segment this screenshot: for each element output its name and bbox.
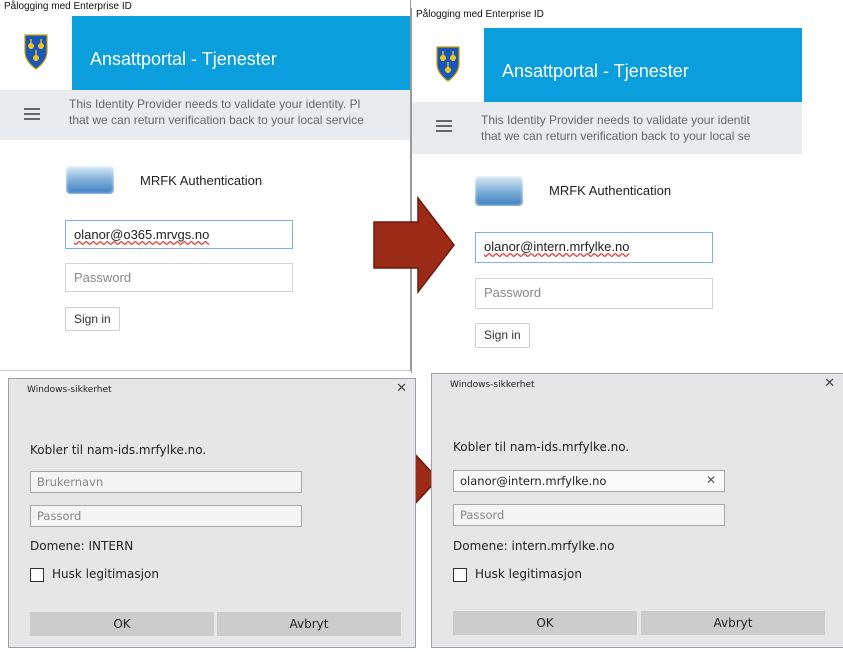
ok-button[interactable]: OK (30, 612, 214, 636)
password-input[interactable]: Password (475, 278, 713, 309)
username-input[interactable]: olanor@o365.mrvgs.no (65, 220, 293, 249)
windows-security-dialog-after: Windows-sikkerhet ✕ Kobler til nam-ids.m… (431, 373, 843, 648)
windows-security-dialog-before: Windows-sikkerhet ✕ Kobler til nam-ids.m… (8, 378, 416, 648)
title-bar: Ansattportal - Tjenester (72, 16, 410, 90)
checkbox-icon[interactable] (453, 567, 467, 582)
login-window-after: Pålogging med Enterprise ID Ansattportal… (411, 8, 802, 373)
info-line-2: that we can return verification back to … (69, 113, 364, 127)
sign-in-button[interactable]: Sign in (65, 307, 120, 331)
hamburger-menu-icon[interactable] (24, 108, 40, 120)
info-banner: This Identity Provider needs to validate… (412, 102, 802, 154)
hamburger-menu-icon[interactable] (436, 120, 452, 132)
window-title: Pålogging med Enterprise ID (4, 1, 132, 12)
arrow-right-icon (373, 196, 455, 294)
domain-text: Domene: intern.mrfylke.no (453, 539, 615, 553)
info-text: This Identity Provider needs to validate… (69, 96, 410, 128)
cancel-button[interactable]: Avbryt (641, 611, 825, 635)
portal-header: Ansattportal - Tjenester (0, 16, 410, 90)
connecting-text: Kobler til nam-ids.mrfylke.no. (453, 440, 630, 454)
password-input[interactable]: Password (65, 263, 293, 292)
coat-of-arms-logo (412, 28, 484, 102)
dialog-title: Windows-sikkerhet (450, 380, 535, 390)
login-window-before: Pålogging med Enterprise ID Ansattportal… (0, 0, 411, 371)
remember-label: Husk legitimasjon (475, 567, 582, 581)
provider-icon (475, 176, 523, 206)
username-field[interactable]: Brukernavn (30, 471, 302, 493)
info-line-1: This Identity Provider needs to validate… (481, 113, 750, 127)
info-line-1: This Identity Provider needs to validate… (69, 97, 361, 111)
domain-text: Domene: INTERN (30, 539, 134, 553)
ok-button[interactable]: OK (453, 611, 637, 635)
password-field[interactable]: Passord (30, 505, 302, 527)
sign-in-button[interactable]: Sign in (475, 323, 530, 348)
username-value: olanor@intern.mrfylke.no (484, 239, 630, 254)
clear-icon[interactable]: ✕ (706, 473, 716, 487)
info-line-2: that we can return verification back to … (481, 129, 751, 143)
provider-name: MRFK Authentication (140, 173, 263, 188)
provider-name: MRFK Authentication (549, 183, 672, 198)
info-banner: This Identity Provider needs to validate… (0, 90, 410, 140)
provider-icon (66, 166, 114, 194)
close-icon[interactable]: ✕ (824, 376, 835, 391)
close-icon[interactable]: ✕ (396, 381, 407, 396)
cancel-button[interactable]: Avbryt (217, 612, 401, 636)
username-value: olanor@intern.mrfylke.no (460, 474, 607, 488)
dialog-title: Windows-sikkerhet (27, 385, 112, 395)
remember-label: Husk legitimasjon (52, 567, 159, 581)
username-field[interactable]: olanor@intern.mrfylke.no ✕ (453, 470, 725, 492)
username-value: olanor@o365.mrvgs.no (74, 227, 210, 242)
password-field[interactable]: Passord (453, 504, 725, 526)
checkbox-icon[interactable] (30, 567, 44, 582)
username-input[interactable]: olanor@intern.mrfylke.no (475, 232, 713, 263)
coat-of-arms-logo (0, 16, 72, 90)
portal-header: Ansattportal - Tjenester (412, 28, 802, 102)
app-title: Ansattportal - Tjenester (502, 61, 689, 81)
title-bar: Ansattportal - Tjenester (484, 28, 802, 102)
window-title: Pålogging med Enterprise ID (416, 9, 544, 20)
info-text: This Identity Provider needs to validate… (481, 112, 802, 144)
remember-credentials-checkbox[interactable]: Husk legitimasjon (30, 567, 159, 582)
app-title: Ansattportal - Tjenester (90, 49, 277, 69)
connecting-text: Kobler til nam-ids.mrfylke.no. (30, 443, 207, 457)
remember-credentials-checkbox[interactable]: Husk legitimasjon (453, 567, 582, 582)
